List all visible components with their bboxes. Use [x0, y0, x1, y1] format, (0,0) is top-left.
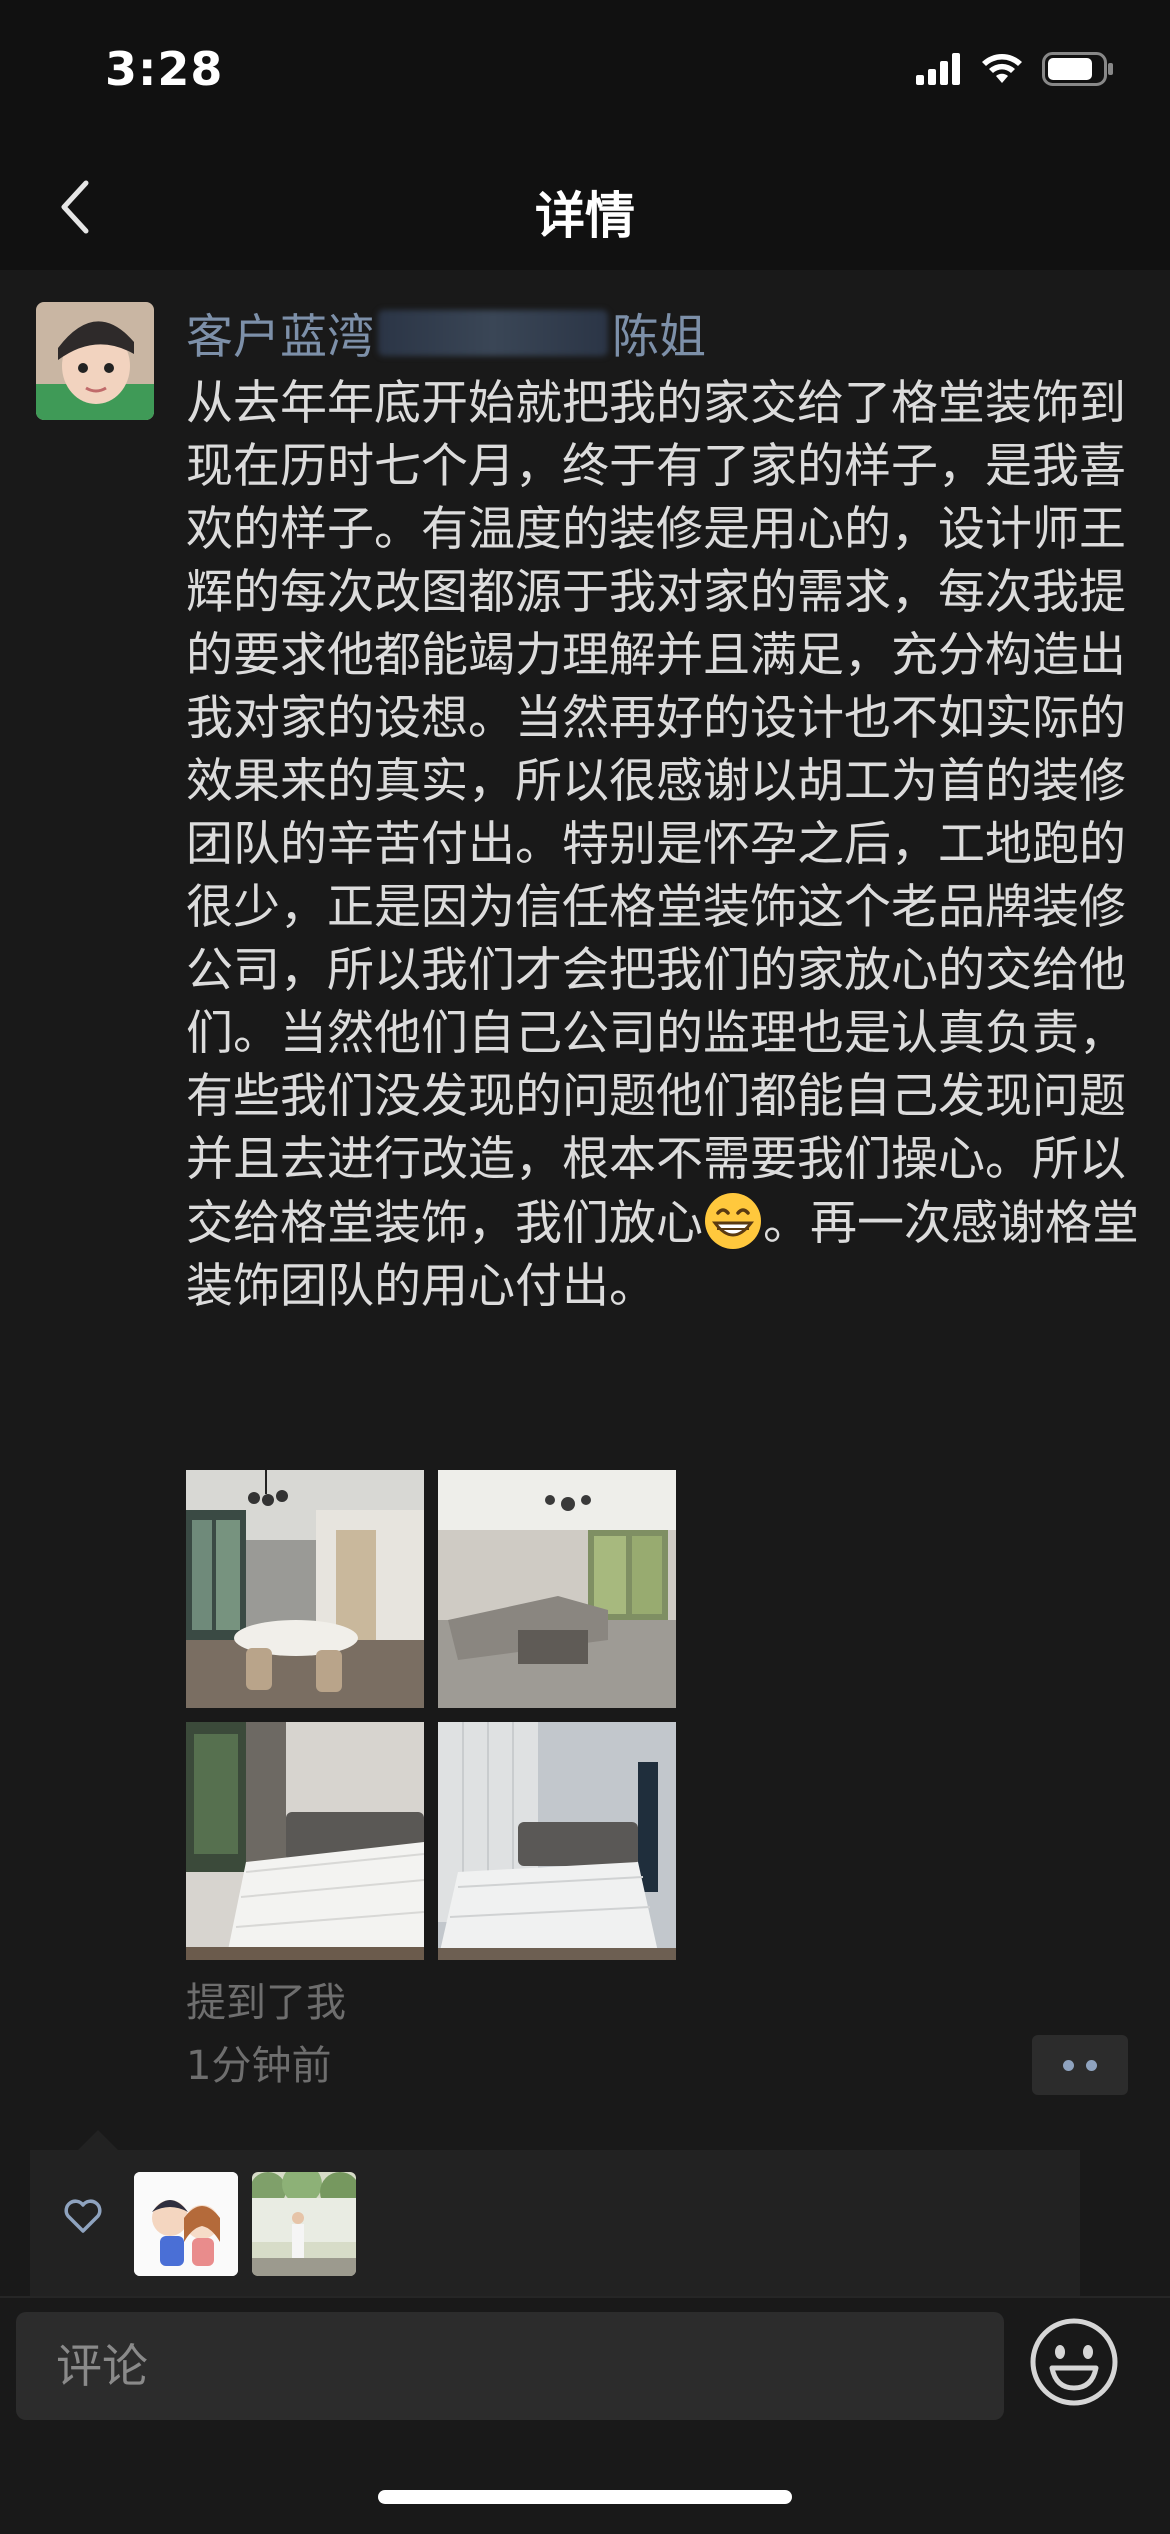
photo-living-room[interactable] — [438, 1470, 676, 1708]
mentioned-me-label: 提到了我 — [186, 1980, 346, 2026]
smiley-icon[interactable] — [1028, 2316, 1120, 2408]
heart-outline-icon — [64, 2199, 102, 2233]
author-name-suffix: 陈姐 — [612, 310, 706, 365]
photo-dining-room[interactable] — [186, 1470, 424, 1708]
more-dots-icon — [1063, 2059, 1074, 2071]
comment-input[interactable] — [16, 2312, 1004, 2420]
page-title: 详情 — [535, 187, 635, 245]
status-icons — [916, 52, 1114, 86]
post-time: 1分钟前 — [186, 2043, 332, 2089]
redacted-address — [378, 309, 608, 356]
photo-bedroom-2[interactable] — [438, 1722, 676, 1960]
home-indicator[interactable] — [378, 2490, 792, 2504]
likes-panel — [30, 2130, 1080, 2302]
status-time: 3:28 — [105, 42, 224, 96]
more-actions-button[interactable] — [1032, 2035, 1128, 2095]
post-text-main: 从去年年底开始就把我的家交给了格堂装饰到现在历时七个月，终于有了家的样子，是我喜… — [186, 376, 1126, 1251]
author-avatar[interactable] — [36, 302, 154, 420]
liker-avatar-1[interactable] — [134, 2172, 238, 2276]
nav-bar: 详情 — [0, 140, 1170, 270]
grinning-face-icon — [705, 1193, 761, 1249]
battery-icon — [1042, 52, 1113, 86]
post-text: 从去年年底开始就把我的家交给了格堂装饰到现在历时七个月，终于有了家的样子，是我喜… — [186, 372, 1146, 1318]
comment-composer — [0, 2296, 1170, 2534]
status-bar: 3:28 — [0, 0, 1170, 140]
photo-bedroom-1[interactable] — [186, 1722, 424, 1960]
liker-avatar-2[interactable] — [252, 2172, 356, 2276]
wifi-icon — [982, 54, 1022, 83]
author-name[interactable]: 客户蓝湾 陈姐 — [186, 298, 706, 367]
author-name-prefix: 客户蓝湾 — [186, 310, 374, 365]
cellular-signal-icon — [916, 53, 960, 85]
